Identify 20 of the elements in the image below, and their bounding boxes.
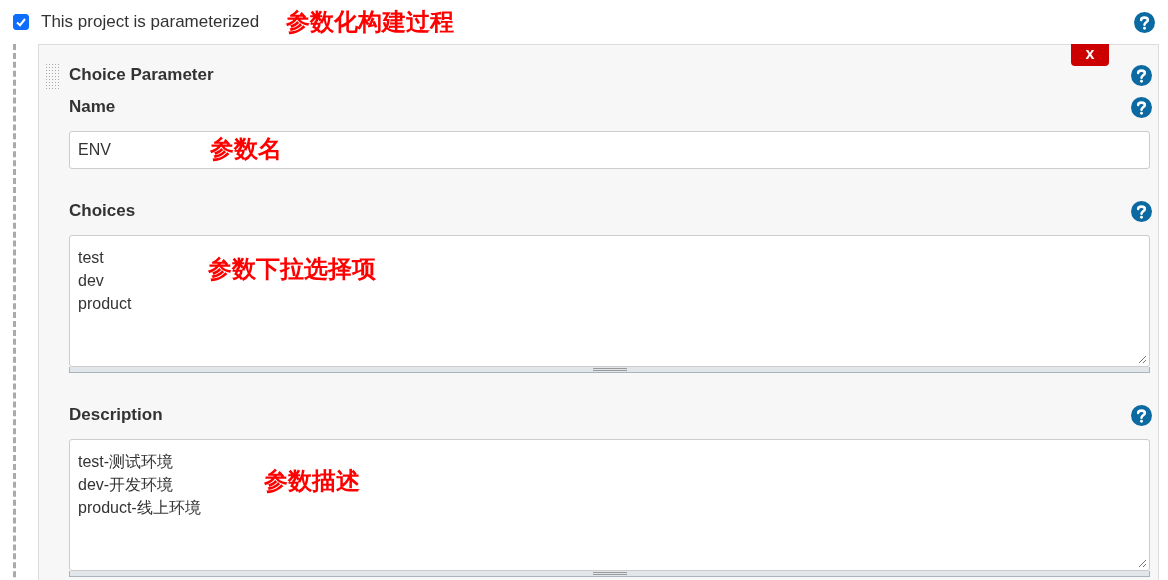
annotation: 参数化构建过程 [286,7,455,37]
resize-handle[interactable] [69,367,1150,373]
annotation: 参数下拉选择项 [208,254,376,284]
field-label: Name [69,97,116,117]
help-icon[interactable] [1131,404,1152,426]
resize-handle[interactable] [69,571,1150,577]
checkbox-label: This project is parameterized [41,12,260,32]
annotation: 参数描述 [264,466,360,496]
help-icon[interactable] [1131,96,1152,118]
field-label: Choices [69,201,136,221]
annotation: 参数名 [210,134,282,164]
help-icon[interactable] [1131,64,1152,86]
resize-grip-icon[interactable] [1138,355,1147,364]
checkbox[interactable] [13,14,29,30]
delete-button[interactable]: x [1071,44,1109,66]
help-icon[interactable] [1134,11,1155,33]
parameter-title: Choice Parameter [69,65,214,85]
help-icon[interactable] [1131,200,1152,222]
field-label: Description [69,405,163,425]
resize-grip-icon[interactable] [1138,559,1147,568]
